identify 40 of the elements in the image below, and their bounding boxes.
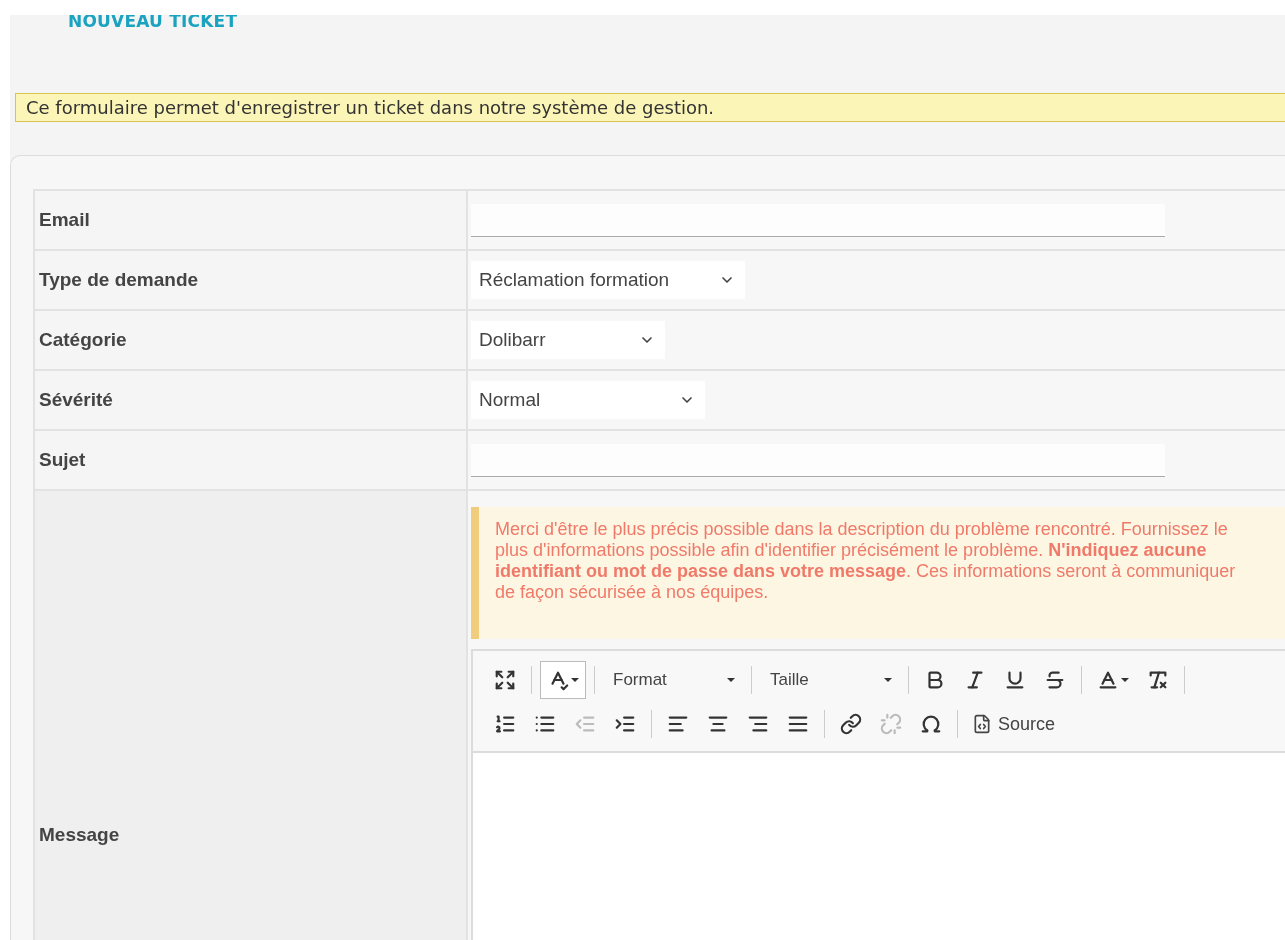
link-icon <box>840 713 862 735</box>
bullet-list-icon <box>534 713 556 735</box>
numbered-list-icon <box>494 713 516 735</box>
field-label: Email <box>39 209 90 231</box>
warning-notice: Merci d'être le plus précis possible dans la description du problème rencontré. Fournissez le plus d'informations possible afin d'identifier précisément le problème. N'indiquez aucune identifiant ou mot de passe dans votre message. Ces informations seront à communiquer de façon sécurisée à nos équipes. <box>471 507 1285 639</box>
text-field[interactable] <box>471 203 1165 237</box>
source-button[interactable]: Source <box>966 705 1062 743</box>
toolbar-dropdown[interactable]: Format <box>603 661 743 699</box>
field-label: Sévérité <box>39 389 113 411</box>
justify-icon <box>787 713 809 735</box>
field-label: Type de demande <box>39 269 199 291</box>
align-left-icon <box>667 713 689 735</box>
select-field[interactable]: Réclamation formation <box>471 261 745 299</box>
field-label: Sujet <box>39 449 86 471</box>
caret-icon <box>884 678 892 682</box>
page-title: NOUVEAU TICKET <box>67 15 239 33</box>
spellcheck-button[interactable] <box>540 661 586 699</box>
align-right-icon <box>747 713 769 735</box>
text-color-icon <box>1097 669 1119 691</box>
indent-icon <box>614 713 636 735</box>
info-banner: Ce formulaire permet d'enregistrer un ticket dans notre système de gestion. <box>15 93 1285 122</box>
field-label: Catégorie <box>39 329 127 351</box>
text-field[interactable] <box>471 443 1165 477</box>
expand-icon <box>494 669 516 691</box>
align-center-icon <box>707 713 729 735</box>
toolbar-dropdown[interactable]: Taille <box>760 661 900 699</box>
omega-icon <box>920 713 942 735</box>
field-label: Message <box>39 824 120 846</box>
select-field[interactable]: Normal <box>471 381 705 419</box>
unlink-icon <box>880 713 902 735</box>
caret-icon <box>727 678 735 682</box>
select-field[interactable]: Dolibarr <box>471 321 665 359</box>
strikethrough-icon <box>1044 669 1066 691</box>
outdent-icon <box>574 713 596 735</box>
caret-icon <box>1121 678 1129 682</box>
source-icon <box>972 714 992 734</box>
caret-icon <box>571 678 579 682</box>
rich-text-editor[interactable]: Format Taille Source <box>471 649 1285 940</box>
underline-icon <box>1004 669 1026 691</box>
remove-format-icon <box>1147 669 1169 691</box>
